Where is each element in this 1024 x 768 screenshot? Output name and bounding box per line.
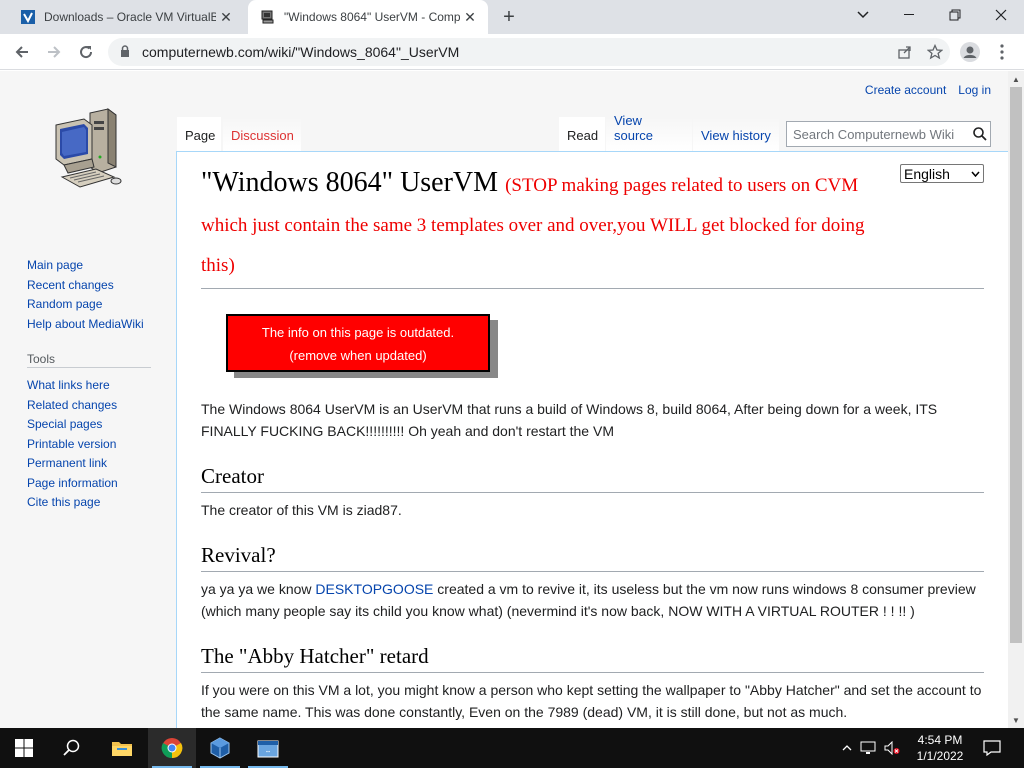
tab-view-history[interactable]: View history xyxy=(693,117,779,151)
page-scrollbar[interactable]: ▲ ▼ xyxy=(1008,71,1024,728)
svg-text:ꞏꞏ: ꞏꞏ xyxy=(266,749,270,756)
volume-muted-icon[interactable] xyxy=(880,741,904,755)
tab-page[interactable]: Page xyxy=(177,117,221,151)
virtualbox-favicon-icon xyxy=(20,9,36,25)
browser-tab-bar: Downloads – Oracle VM VirtualB ✕ "Window… xyxy=(0,0,1024,34)
windows-logo-icon xyxy=(15,739,33,757)
personal-tools: Create account Log in xyxy=(865,83,991,97)
page-title: "Windows 8064" UserVM (STOP making pages… xyxy=(201,164,984,289)
minimize-button[interactable] xyxy=(886,0,932,30)
action-center-button[interactable] xyxy=(968,728,1016,768)
forward-button[interactable] xyxy=(40,38,68,66)
bookmark-star-icon[interactable] xyxy=(920,40,950,64)
browser-tab-title: Downloads – Oracle VM VirtualB xyxy=(44,10,216,24)
clock-date: 1/1/2022 xyxy=(916,749,964,763)
browser-tab-title: "Windows 8064" UserVM - Comp xyxy=(284,10,460,24)
nav-help[interactable]: Help about MediaWiki xyxy=(27,315,144,335)
browser-toolbar: computernewb.com/wiki/"Windows_8064"_Use… xyxy=(0,34,1024,70)
folder-icon xyxy=(112,742,132,756)
close-tab-icon[interactable]: ✕ xyxy=(460,7,480,27)
chrome-icon xyxy=(161,738,183,759)
system-tray xyxy=(838,728,904,768)
app-window-icon: ꞏꞏ xyxy=(257,740,279,758)
notification-icon xyxy=(983,740,1001,756)
new-tab-button[interactable]: + xyxy=(497,6,521,28)
section-heading-creator: Creator xyxy=(201,462,984,493)
restore-button[interactable] xyxy=(932,0,978,30)
desktopgoose-link[interactable]: DESKTOPGOOSE xyxy=(315,581,433,597)
clock-time: 4:54 PM xyxy=(917,733,963,747)
content-area: English "Windows 8064" UserVM (STOP maki… xyxy=(176,151,1008,728)
close-tab-icon[interactable]: ✕ xyxy=(216,7,236,27)
browser-menu-icon[interactable] xyxy=(988,38,1016,66)
tab-discussion[interactable]: Discussion xyxy=(223,117,301,151)
site-logo[interactable] xyxy=(50,107,126,193)
section-heading-abby: The "Abby Hatcher" retard xyxy=(201,642,984,673)
network-icon[interactable] xyxy=(856,741,880,755)
tools-special-pages[interactable]: Special pages xyxy=(27,415,151,435)
tools-heading: Tools xyxy=(27,351,151,368)
taskbar: ꞏꞏ 4:54 PM 1/1/2022 xyxy=(0,728,1024,768)
section-text-revival: ya ya ya we know DESKTOPGOOSE created a … xyxy=(201,578,984,622)
taskbar-search-button[interactable] xyxy=(48,728,96,768)
browser-tab-wiki[interactable]: "Windows 8064" UserVM - Comp ✕ xyxy=(248,0,488,34)
page-title-text: "Windows 8064" UserVM xyxy=(201,167,499,198)
close-window-button[interactable] xyxy=(978,0,1024,30)
reload-button[interactable] xyxy=(72,38,100,66)
browser-tab-downloads[interactable]: Downloads – Oracle VM VirtualB ✕ xyxy=(8,0,244,34)
tools-page-information[interactable]: Page information xyxy=(27,474,151,494)
revival-text-before: ya ya ya we know xyxy=(201,581,316,597)
section-text-abby: If you were on this VM a lot, you might … xyxy=(201,682,982,720)
log-in-link[interactable]: Log in xyxy=(958,83,991,97)
article-body: "Windows 8064" UserVM (STOP making pages… xyxy=(201,164,984,723)
virtualbox-icon xyxy=(210,737,230,759)
tools-printable-version[interactable]: Printable version xyxy=(27,435,151,455)
outdated-notice: The info on this page is outdated. (remo… xyxy=(226,314,498,378)
navigation-portal: Main page Recent changes Random page Hel… xyxy=(27,256,144,334)
tools-portal: Tools What links here Related changes Sp… xyxy=(27,351,151,513)
tools-related-changes[interactable]: Related changes xyxy=(27,396,151,416)
search-input[interactable] xyxy=(787,126,969,142)
nav-random-page[interactable]: Random page xyxy=(27,295,144,315)
tools-what-links-here[interactable]: What links here xyxy=(27,376,151,396)
taskbar-virtualbox[interactable] xyxy=(196,728,244,768)
outdated-line-2: (remove when updated) xyxy=(289,348,427,363)
tab-search-icon[interactable] xyxy=(840,0,886,30)
back-button[interactable] xyxy=(8,38,36,66)
search-icon[interactable] xyxy=(969,127,990,141)
tools-cite-this-page[interactable]: Cite this page xyxy=(27,493,151,513)
scroll-down-icon[interactable]: ▼ xyxy=(1008,712,1024,728)
tab-view-source[interactable]: View source xyxy=(606,113,692,151)
search-icon xyxy=(63,739,80,756)
scrollbar-thumb[interactable] xyxy=(1010,87,1022,643)
lock-icon[interactable] xyxy=(120,44,134,60)
nav-main-page[interactable]: Main page xyxy=(27,256,144,276)
wiki-search-box[interactable] xyxy=(786,121,991,147)
section-text-creator: The creator of this VM is ziad87. xyxy=(201,502,402,518)
profile-avatar-icon[interactable] xyxy=(956,38,984,66)
taskbar-app[interactable]: ꞏꞏ xyxy=(244,728,292,768)
computer-favicon-icon xyxy=(260,9,276,25)
start-button[interactable] xyxy=(0,728,48,768)
chevron-up-icon[interactable] xyxy=(838,745,856,751)
share-icon[interactable] xyxy=(890,40,920,64)
tools-permanent-link[interactable]: Permanent link xyxy=(27,454,151,474)
address-bar[interactable]: computernewb.com/wiki/"Windows_8064"_Use… xyxy=(108,38,950,66)
outdated-line-1: The info on this page is outdated. xyxy=(261,325,455,340)
taskbar-clock[interactable]: 4:54 PM 1/1/2022 xyxy=(905,732,975,764)
intro-paragraph: The Windows 8064 UserVM is an UserVM tha… xyxy=(201,401,938,439)
scroll-up-icon[interactable]: ▲ xyxy=(1008,71,1024,87)
outdated-notice-box: The info on this page is outdated. (remo… xyxy=(226,314,490,372)
create-account-link[interactable]: Create account xyxy=(865,83,946,97)
nav-recent-changes[interactable]: Recent changes xyxy=(27,276,144,296)
taskbar-chrome[interactable] xyxy=(148,728,196,768)
taskbar-file-explorer[interactable] xyxy=(98,728,146,768)
tab-read[interactable]: Read xyxy=(559,117,605,151)
section-heading-revival: Revival? xyxy=(201,541,984,572)
wiki-page: Create account Log in Main page Recent c… xyxy=(0,71,1008,728)
url-text[interactable]: computernewb.com/wiki/"Windows_8064"_Use… xyxy=(142,44,890,60)
